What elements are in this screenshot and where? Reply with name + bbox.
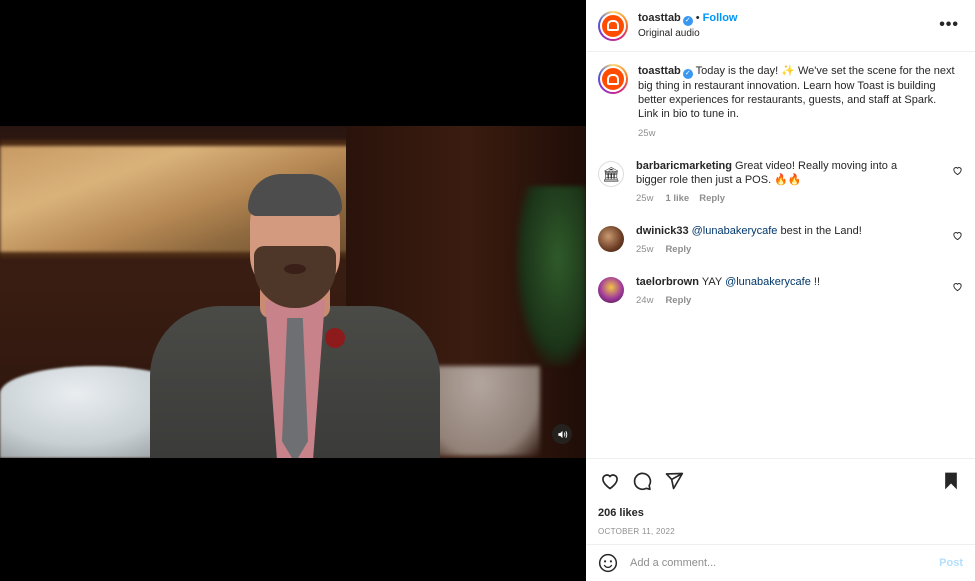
comment-line: dwinick33 @lunabakerycafe best in the La… bbox=[636, 224, 926, 238]
background-plant bbox=[516, 186, 586, 366]
avatar[interactable] bbox=[598, 226, 624, 252]
comment-prefix: YAY bbox=[701, 276, 726, 288]
comment-username[interactable]: taelorbrown bbox=[636, 276, 699, 288]
post-date: OCTOBER 11, 2022 bbox=[598, 527, 675, 536]
avatar[interactable] bbox=[598, 64, 628, 94]
speaker bbox=[150, 174, 440, 458]
comments-list[interactable]: toasttab ✓ Today is the day! ✨ We've set … bbox=[586, 52, 975, 458]
comment-username[interactable]: dwinick33 bbox=[636, 225, 689, 237]
list-item: 🏛 barbaricmarketing Great video! Really … bbox=[598, 159, 963, 206]
comment-body: barbaricmarketing Great video! Really mo… bbox=[636, 159, 926, 206]
comment-icon[interactable] bbox=[630, 469, 654, 493]
list-item: taelorbrown YAY @lunabakerycafe !! 24w Re… bbox=[598, 275, 963, 308]
caption: toasttab ✓ Today is the day! ✨ We've set … bbox=[598, 64, 963, 141]
username-link[interactable]: toasttab bbox=[638, 12, 681, 24]
comment-meta: 25w Reply bbox=[636, 243, 926, 257]
comment-age: 24w bbox=[636, 295, 654, 306]
video-pane bbox=[0, 0, 586, 581]
comment-meta: 24w Reply bbox=[636, 294, 926, 308]
header-line: toasttab ✓ • Follow bbox=[638, 11, 737, 26]
comment-text: best in the Land! bbox=[777, 225, 862, 237]
caption-age: 25w bbox=[638, 128, 656, 139]
caption-line: toasttab ✓ Today is the day! ✨ We've set … bbox=[638, 64, 956, 121]
list-item: dwinick33 @lunabakerycafe best in the La… bbox=[598, 224, 963, 257]
post-sidebar: toasttab ✓ • Follow Original audio ••• toas… bbox=[586, 0, 975, 581]
comment-input[interactable] bbox=[630, 557, 910, 569]
avatar[interactable] bbox=[598, 10, 628, 41]
speaker-hair bbox=[248, 174, 342, 216]
separator: • bbox=[695, 11, 700, 24]
heart-icon[interactable] bbox=[952, 281, 963, 295]
mention-link[interactable]: @lunabakerycafe bbox=[725, 276, 811, 288]
avatar[interactable]: 🏛 bbox=[598, 161, 624, 187]
lapel-flower bbox=[325, 328, 345, 348]
comment-line: barbaricmarketing Great video! Really mo… bbox=[636, 159, 926, 187]
toast-logo-icon bbox=[607, 20, 619, 31]
header-text: toasttab ✓ • Follow Original audio bbox=[638, 11, 737, 41]
verified-icon: ✓ bbox=[682, 69, 693, 79]
toast-logo-icon bbox=[607, 73, 619, 85]
reply-button[interactable]: Reply bbox=[699, 193, 725, 204]
comment-text: !! bbox=[810, 276, 821, 288]
avatar[interactable] bbox=[598, 277, 624, 303]
action-bar: 206 likes OCTOBER 11, 2022 bbox=[586, 458, 975, 546]
verified-icon: ✓ bbox=[682, 15, 693, 26]
heart-icon[interactable] bbox=[952, 230, 963, 244]
heart-icon[interactable] bbox=[952, 165, 963, 179]
comment-likes[interactable]: 1 like bbox=[665, 193, 689, 204]
mention-link[interactable]: @lunabakerycafe bbox=[692, 225, 778, 237]
audio-link[interactable]: Original audio bbox=[638, 26, 737, 41]
comment-username[interactable]: barbaricmarketing bbox=[636, 160, 732, 172]
comment-body: taelorbrown YAY @lunabakerycafe !! 24w Re… bbox=[636, 275, 926, 308]
caption-username[interactable]: toasttab bbox=[638, 65, 681, 77]
post-button[interactable]: Post bbox=[939, 557, 963, 569]
reply-button[interactable]: Reply bbox=[665, 244, 691, 255]
comment-age: 25w bbox=[636, 193, 654, 204]
avatar-image bbox=[600, 12, 626, 39]
bookmark-icon[interactable] bbox=[939, 469, 963, 493]
action-icons bbox=[598, 469, 963, 493]
more-icon[interactable]: ••• bbox=[939, 16, 959, 34]
post-header: toasttab ✓ • Follow Original audio ••• bbox=[586, 0, 975, 52]
avatar-image bbox=[600, 66, 626, 92]
caption-meta: 25w bbox=[638, 127, 956, 141]
comment-age: 25w bbox=[636, 244, 654, 255]
heart-icon[interactable] bbox=[598, 469, 622, 493]
comment-body: dwinick33 @lunabakerycafe best in the La… bbox=[636, 224, 926, 257]
follow-button[interactable]: Follow bbox=[703, 12, 738, 24]
reply-button[interactable]: Reply bbox=[665, 295, 691, 306]
add-comment-bar: Post bbox=[586, 544, 975, 581]
likes-count[interactable]: 206 likes bbox=[598, 507, 963, 519]
comment-line: taelorbrown YAY @lunabakerycafe !! bbox=[636, 275, 926, 289]
speaker-mouth bbox=[284, 264, 306, 274]
share-icon[interactable] bbox=[662, 469, 686, 493]
emoji-icon[interactable] bbox=[598, 553, 618, 573]
post-viewer: toasttab ✓ • Follow Original audio ••• toas… bbox=[0, 0, 975, 581]
caption-body: toasttab ✓ Today is the day! ✨ We've set … bbox=[638, 64, 956, 141]
comment-meta: 25w 1 like Reply bbox=[636, 192, 926, 206]
video-player[interactable] bbox=[0, 126, 586, 458]
mute-icon[interactable] bbox=[552, 424, 572, 444]
